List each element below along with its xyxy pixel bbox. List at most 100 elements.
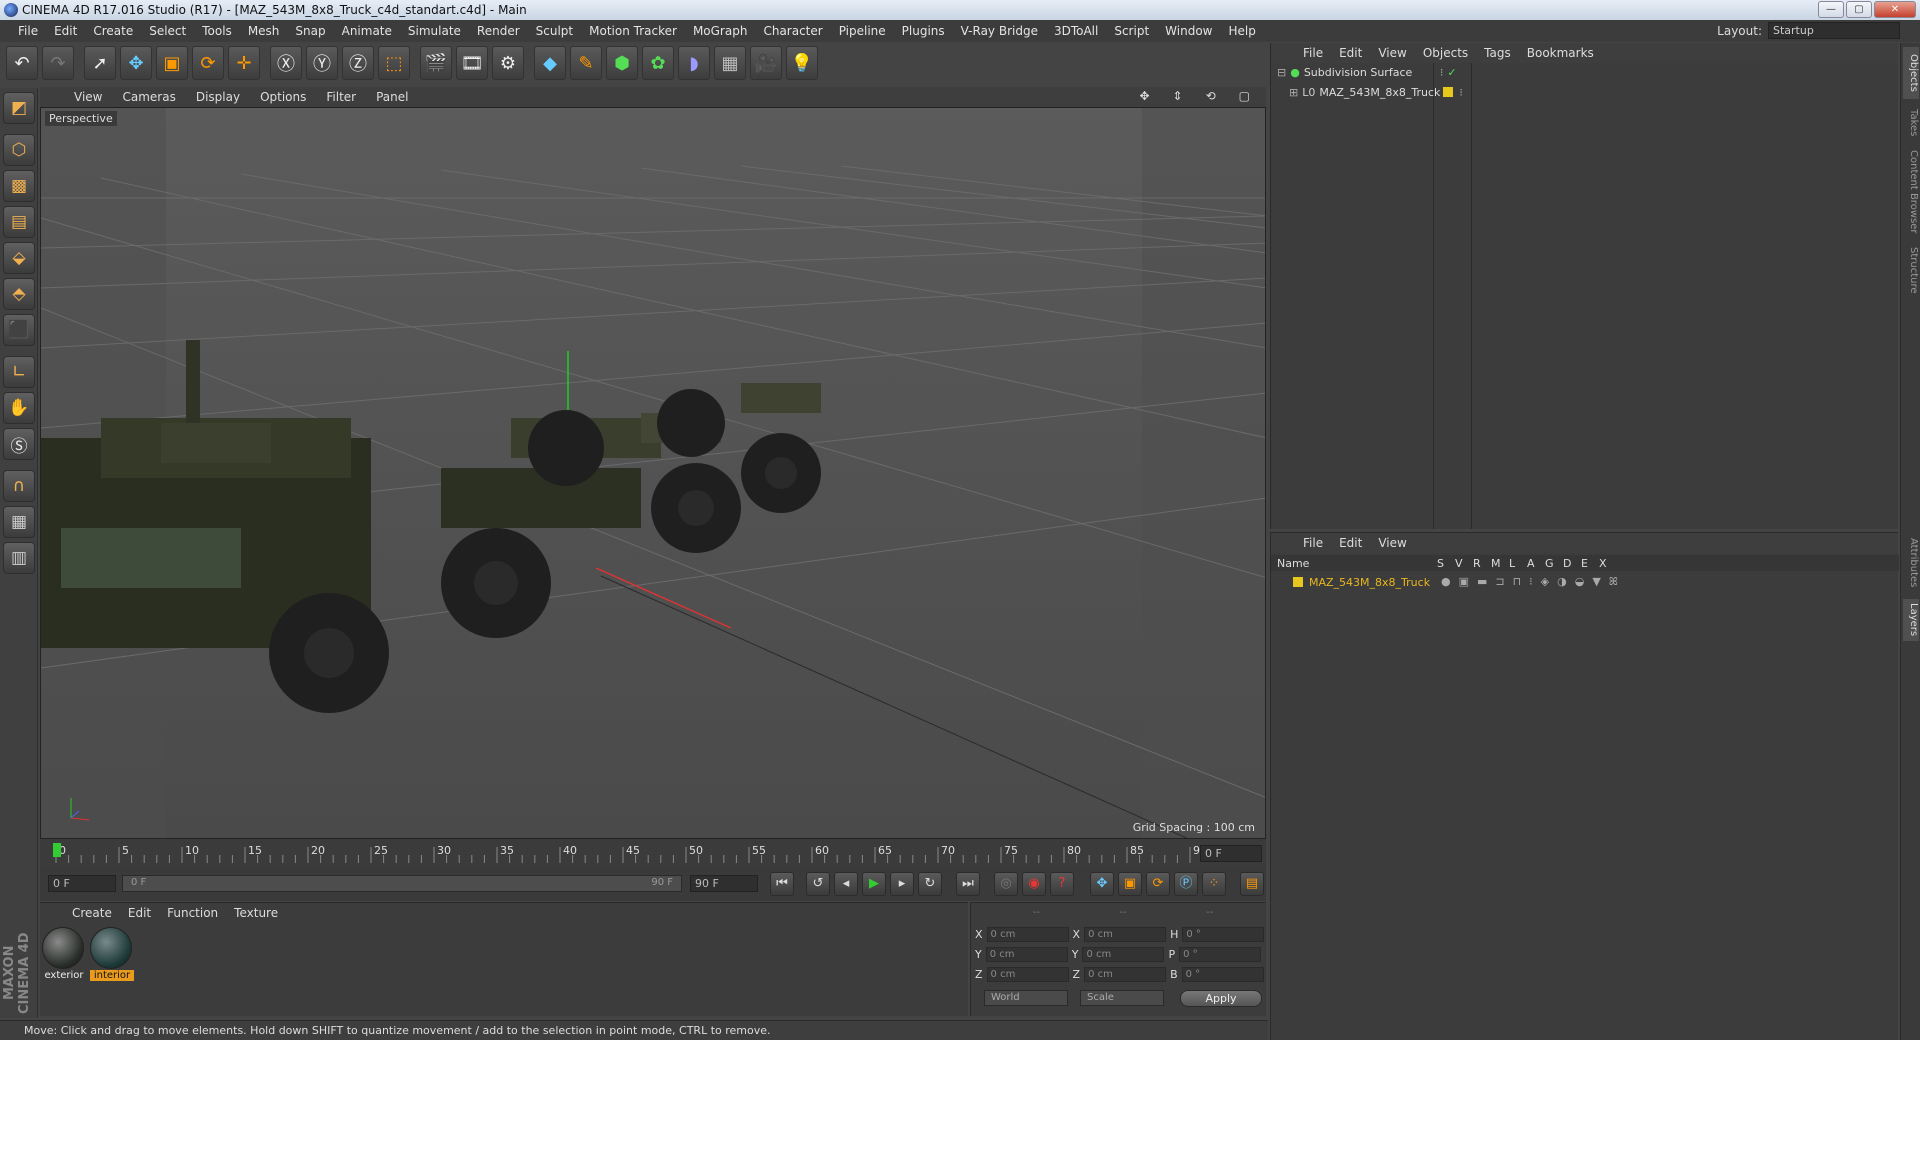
layers-menu-view[interactable]: View [1370,536,1414,550]
visibility-dots-icon[interactable]: ⁝ [1440,66,1444,79]
object-row-truck[interactable]: ⊞ L0 MAZ_543M_8x8_Truck ⁝ [1271,83,1899,101]
viewport-menu-filter[interactable]: Filter [316,90,366,104]
snap-icon[interactable]: Ⓢ [3,428,35,460]
size-z-field[interactable]: 0 cm [1084,967,1167,982]
objects-menu-tags[interactable]: Tags [1476,46,1519,60]
pen-spline-icon[interactable]: ✎ [570,46,602,80]
menu-file[interactable]: File [10,24,46,38]
tab-content-browser[interactable]: Content Browser [1903,147,1919,237]
rotation-h-field[interactable]: 0 ° [1182,927,1265,942]
menu-sculpt[interactable]: Sculpt [528,24,581,38]
tweak-mode-icon[interactable]: ✋ [3,392,35,424]
menu-mesh[interactable]: Mesh [240,24,288,38]
planar-workplane-icon[interactable]: ▥ [3,542,35,574]
expand-icon[interactable]: ⊞ [1289,86,1298,99]
move-icon[interactable]: ✥ [120,46,152,80]
layer-row-truck[interactable]: MAZ_543M_8x8_Truck ●▣▬⊐⊓⁝◈◑◒▼ꕤ [1271,573,1899,591]
subdivision-icon[interactable]: ⬢ [606,46,638,80]
rotation-p-field[interactable]: 0 ° [1179,947,1262,962]
menu-create[interactable]: Create [85,24,141,38]
layers-menu-edit[interactable]: Edit [1331,536,1370,550]
viewport-menu-options[interactable]: Options [250,90,316,104]
previous-key-icon[interactable]: ↺ [806,872,830,896]
objects-menu-bookmarks[interactable]: Bookmarks [1519,46,1602,60]
key-scale-icon[interactable]: ▣ [1118,872,1142,896]
playhead[interactable] [53,843,61,857]
mograph-cloner-icon[interactable]: ✿ [642,46,674,80]
collapse-icon[interactable]: ⊟ [1277,66,1286,79]
viewport-menu-cameras[interactable]: Cameras [112,90,185,104]
menu-character[interactable]: Character [755,24,830,38]
menu-animate[interactable]: Animate [334,24,400,38]
render-settings-icon[interactable]: ⚙ [492,46,524,80]
objects-menu-edit[interactable]: Edit [1331,46,1370,60]
undo-icon[interactable]: ↶ [6,46,38,80]
close-button[interactable]: ✕ [1874,1,1916,18]
start-frame-field[interactable]: 0 F [48,875,116,892]
move-last-tool-icon[interactable]: ✛ [228,46,260,80]
previous-frame-icon[interactable]: ◂ [834,872,858,896]
timeline-ruler[interactable]: 051015202530354045505560657075808590 0 F [40,839,1266,867]
size-mode-dropdown[interactable]: Scale [1080,990,1164,1006]
record-disabled-icon[interactable]: ◎ [994,872,1018,896]
material-menu-texture[interactable]: Texture [226,906,286,920]
goto-start-icon[interactable]: ⏮ [770,872,794,896]
key-parameter-icon[interactable]: Ⓟ [1174,872,1198,896]
timeline-window-icon[interactable]: ▤ [1240,872,1264,896]
model-mode-icon[interactable]: ⬡ [3,134,35,166]
next-key-icon[interactable]: ↻ [918,872,942,896]
edges-mode-icon[interactable]: ⬘ [3,278,35,310]
objects-menu-objects[interactable]: Objects [1415,46,1476,60]
position-z-field[interactable]: 0 cm [986,967,1069,982]
menu-3dtoall[interactable]: 3DToAll [1046,24,1106,38]
viewport-pan-icon[interactable]: ✥ [1129,89,1159,103]
magnet-icon[interactable]: ∩ [3,470,35,502]
points-mode-icon[interactable]: ⬙ [3,242,35,274]
menu-render[interactable]: Render [469,24,528,38]
tab-layers[interactable]: Layers [1903,599,1919,641]
menu-select[interactable]: Select [141,24,194,38]
viewport-maximize-icon[interactable]: ▢ [1229,89,1260,103]
maximize-button[interactable]: ▢ [1846,1,1872,18]
menu-tools[interactable]: Tools [194,24,240,38]
redo-icon[interactable]: ↷ [42,46,74,80]
play-icon[interactable]: ▶ [862,872,886,896]
menu-snap[interactable]: Snap [287,24,333,38]
end-frame-field[interactable]: 90 F [690,875,758,892]
layer-color-swatch[interactable] [1443,87,1454,97]
z-axis-icon[interactable]: Ⓩ [342,46,374,80]
menu-script[interactable]: Script [1106,24,1157,38]
coordinate-space-dropdown[interactable]: World [984,990,1068,1006]
y-axis-icon[interactable]: Ⓨ [306,46,338,80]
menu-vray-bridge[interactable]: V-Ray Bridge [953,24,1046,38]
menu-mograph[interactable]: MoGraph [685,24,756,38]
viewport-rotate-icon[interactable]: ⟲ [1196,89,1226,103]
tab-objects[interactable]: Objects [1903,47,1919,99]
layers-menu-file[interactable]: File [1295,536,1331,550]
scale-icon[interactable]: ▣ [156,46,188,80]
goto-end-icon[interactable]: ⏭ [956,872,980,896]
key-position-icon[interactable]: ✥ [1090,872,1114,896]
viewport-menu-display[interactable]: Display [186,90,250,104]
menu-window[interactable]: Window [1157,24,1220,38]
next-frame-icon[interactable]: ▸ [890,872,914,896]
tab-takes[interactable]: Takes [1903,105,1919,141]
material-exterior[interactable]: exterior [42,927,86,981]
position-y-field[interactable]: 0 cm [985,947,1068,962]
make-editable-icon[interactable]: ◩ [3,92,35,124]
deformer-icon[interactable]: ◗ [678,46,710,80]
menu-pipeline[interactable]: Pipeline [831,24,894,38]
position-x-field[interactable]: 0 cm [986,927,1069,942]
cube-icon[interactable]: ◆ [534,46,566,80]
polygons-mode-icon[interactable]: ⬛ [3,314,35,346]
layer-name[interactable]: MAZ_543M_8x8_Truck [1309,576,1441,589]
menu-plugins[interactable]: Plugins [894,24,953,38]
size-y-field[interactable]: 0 cm [1082,947,1165,962]
tab-structure[interactable]: Structure [1903,243,1919,297]
current-frame-field[interactable]: 0 F [1200,845,1262,862]
rotate-icon[interactable]: ⟳ [192,46,224,80]
light-icon[interactable]: 💡 [786,46,818,80]
minimize-button[interactable]: — [1818,1,1844,18]
objects-menu-view[interactable]: View [1370,46,1414,60]
key-rotation-icon[interactable]: ⟳ [1146,872,1170,896]
